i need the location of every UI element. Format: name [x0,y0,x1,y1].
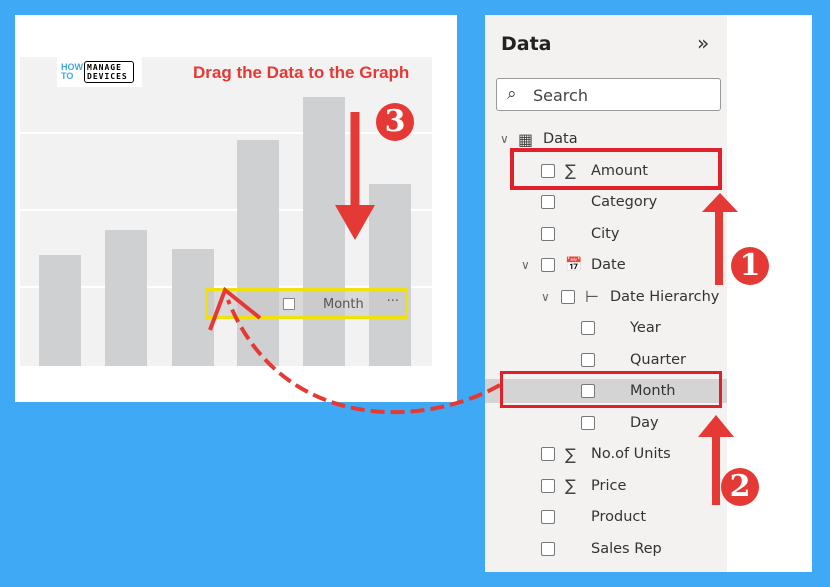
step-1-badge: 1 [731,247,769,285]
dashed-drag-arrow [226,299,501,415]
arrowhead [208,286,262,331]
arrowhead [698,415,734,437]
annotation-arrows [208,112,738,505]
step-2-badge: 2 [721,468,759,506]
step-3-badge: 3 [376,103,414,141]
arrowhead [702,193,738,212]
arrowhead [335,205,375,240]
